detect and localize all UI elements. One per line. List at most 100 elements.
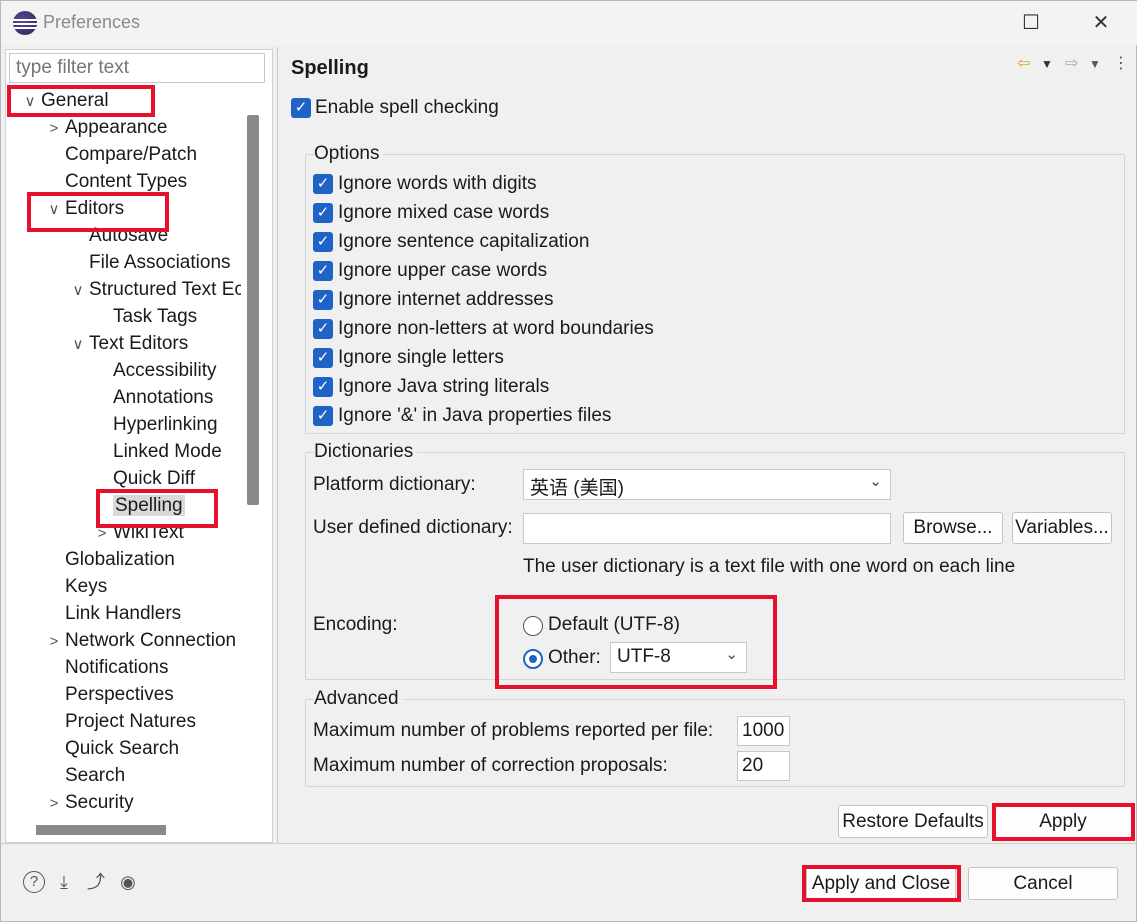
tree-item-label: Compare/Patch xyxy=(65,144,198,165)
tree-item-network-connection[interactable]: > Network Connection xyxy=(43,627,236,654)
max-proposals-label: Maximum number of correction proposals: xyxy=(313,755,668,776)
tree-item-appearance[interactable]: > Appearance xyxy=(43,114,168,142)
back-arrow-icon[interactable]: ⇦ xyxy=(1017,53,1030,73)
tree-item-content-types[interactable]: Content Types xyxy=(43,168,187,195)
chevron-down-icon[interactable]: ∨ xyxy=(19,88,41,115)
chevron-right-icon[interactable]: > xyxy=(91,520,113,547)
chevron-right-icon[interactable]: > xyxy=(43,115,65,142)
tree-item-label: WikiText xyxy=(113,522,184,543)
option-label: Ignore sentence capitalization xyxy=(338,231,590,252)
option-checkbox[interactable]: ✓ xyxy=(313,406,333,426)
tree-item-label: Structured Text Ec xyxy=(89,279,241,300)
tree-item-security[interactable]: > Security xyxy=(43,789,134,816)
options-title: Options xyxy=(314,143,384,165)
tree-item-link-handlers[interactable]: Link Handlers xyxy=(43,600,181,627)
max-problems-input[interactable]: 1000 xyxy=(737,716,790,746)
forward-arrow-icon[interactable]: ⇨ xyxy=(1065,53,1078,73)
cancel-button[interactable]: Cancel xyxy=(968,867,1118,900)
encoding-other-radio[interactable] xyxy=(523,649,543,669)
tree-item-label: Accessibility xyxy=(113,360,217,381)
restore-defaults-button[interactable]: Restore Defaults xyxy=(838,805,988,838)
browse-button[interactable]: Browse... xyxy=(903,512,1003,544)
help-icon[interactable]: ? xyxy=(23,871,45,893)
option-checkbox[interactable]: ✓ xyxy=(313,261,333,281)
tree-item-quick-diff[interactable]: Quick Diff xyxy=(91,465,195,492)
tree-item-globalization[interactable]: Globalization xyxy=(43,546,175,573)
tree-item-autosave[interactable]: Autosave xyxy=(67,222,168,249)
tree-item-label: Spelling xyxy=(113,495,185,516)
tree-item-linked-mode[interactable]: Linked Mode xyxy=(91,438,222,465)
record-icon[interactable]: ◉ xyxy=(117,871,139,893)
tree-item-label: Content Types xyxy=(65,171,188,192)
advanced-title: Advanced xyxy=(314,688,403,710)
encoding-default-radio[interactable] xyxy=(523,616,543,636)
user-dictionary-label: User defined dictionary: xyxy=(313,517,513,538)
option-checkbox[interactable]: ✓ xyxy=(313,203,333,223)
option-checkbox[interactable]: ✓ xyxy=(313,232,333,252)
chevron-right-icon[interactable]: > xyxy=(43,628,65,655)
tree-item-label: Hyperlinking xyxy=(113,414,218,435)
footer-separator xyxy=(1,843,1137,844)
panel-divider[interactable] xyxy=(277,47,278,843)
maximize-icon[interactable]: ☐ xyxy=(1011,9,1051,37)
option-checkbox[interactable]: ✓ xyxy=(313,290,333,310)
tree-item-label: Quick Search xyxy=(65,738,180,759)
tree-item-compare-patch[interactable]: Compare/Patch xyxy=(43,141,197,168)
option-label: Ignore Java string literals xyxy=(338,376,550,397)
encoding-label: Encoding: xyxy=(313,614,398,635)
variables-button[interactable]: Variables... xyxy=(1012,512,1112,544)
encoding-other-label: Other: xyxy=(548,647,601,668)
tree-item-label: Text Editors xyxy=(89,333,189,354)
filter-input[interactable] xyxy=(9,53,265,83)
tree-item-label: Quick Diff xyxy=(113,468,196,489)
tree-item-label: Annotations xyxy=(113,387,214,408)
tree-item-task-tags[interactable]: Task Tags xyxy=(91,303,197,330)
platform-dictionary-label: Platform dictionary: xyxy=(313,474,476,495)
platform-dictionary-value: 英语 (美国) xyxy=(530,478,624,499)
preference-tree: ∨ General > Appearance Compare/Patch Content … xyxy=(9,87,241,817)
option-checkbox[interactable]: ✓ xyxy=(313,377,333,397)
import-icon[interactable]: ⤓ xyxy=(53,871,75,893)
tree-item-project-natures[interactable]: Project Natures xyxy=(43,708,196,735)
tree-item-wikitext[interactable]: > WikiText xyxy=(91,519,184,546)
menu-icon[interactable]: ⋮ xyxy=(1113,53,1129,73)
platform-dictionary-select[interactable]: 英语 (美国) ⌄ xyxy=(523,469,891,500)
tree-item-spelling[interactable]: Spelling xyxy=(91,492,185,519)
tree-item-general[interactable]: ∨ General xyxy=(19,87,109,114)
encoding-other-select[interactable]: UTF-8 ⌄ xyxy=(610,642,747,673)
tree-item-keys[interactable]: Keys xyxy=(43,573,107,600)
apply-button[interactable]: Apply xyxy=(994,805,1132,838)
tree-item-editors[interactable]: ∨ Editors xyxy=(43,195,125,223)
option-checkbox[interactable]: ✓ xyxy=(313,174,333,194)
option-checkbox[interactable]: ✓ xyxy=(313,319,333,339)
tree-item-file-associations[interactable]: File Associations xyxy=(67,249,231,276)
chevron-down-icon[interactable]: ∨ xyxy=(67,277,89,304)
tree-item-quick-search[interactable]: Quick Search xyxy=(43,735,179,762)
preferences-window: Preferences ☐ ✕ ∨General>AppearanceCompa… xyxy=(0,0,1137,922)
tree-item-perspectives[interactable]: Perspectives xyxy=(43,681,174,708)
tree-item-annotations[interactable]: Annotations xyxy=(91,384,213,411)
tree-item-label: Perspectives xyxy=(65,684,174,705)
option-checkbox[interactable]: ✓ xyxy=(313,348,333,368)
chevron-down-icon[interactable]: ∨ xyxy=(67,331,89,358)
forward-dropdown-icon[interactable]: ▼ xyxy=(1089,53,1101,75)
tree-vertical-scrollbar[interactable] xyxy=(247,115,259,505)
tree-item-structured-text-ec[interactable]: ∨ Structured Text Ec xyxy=(67,276,242,304)
tree-item-text-editors[interactable]: ∨ Text Editors xyxy=(67,330,189,358)
apply-and-close-button[interactable]: Apply and Close xyxy=(806,867,956,900)
tree-item-notifications[interactable]: Notifications xyxy=(43,654,169,681)
export-icon[interactable]: ⤴ xyxy=(85,871,107,893)
tree-item-label: Link Handlers xyxy=(65,603,182,624)
user-dictionary-input[interactable] xyxy=(523,513,891,544)
chevron-down-icon[interactable]: ∨ xyxy=(43,196,65,223)
tree-item-accessibility[interactable]: Accessibility xyxy=(91,357,216,384)
back-dropdown-icon[interactable]: ▼ xyxy=(1041,53,1053,75)
enable-spell-checkbox[interactable]: ✓ xyxy=(291,98,311,118)
close-icon[interactable]: ✕ xyxy=(1081,9,1121,37)
tree-item-hyperlinking[interactable]: Hyperlinking xyxy=(91,411,218,438)
tree-item-search[interactable]: Search xyxy=(43,762,125,789)
chevron-right-icon[interactable]: > xyxy=(43,790,65,817)
page-nav: ⇦ ▼ ⇨ ▼ ⋮ xyxy=(1017,53,1129,77)
tree-horizontal-scrollbar[interactable] xyxy=(36,825,166,835)
max-proposals-input[interactable]: 20 xyxy=(737,751,790,781)
